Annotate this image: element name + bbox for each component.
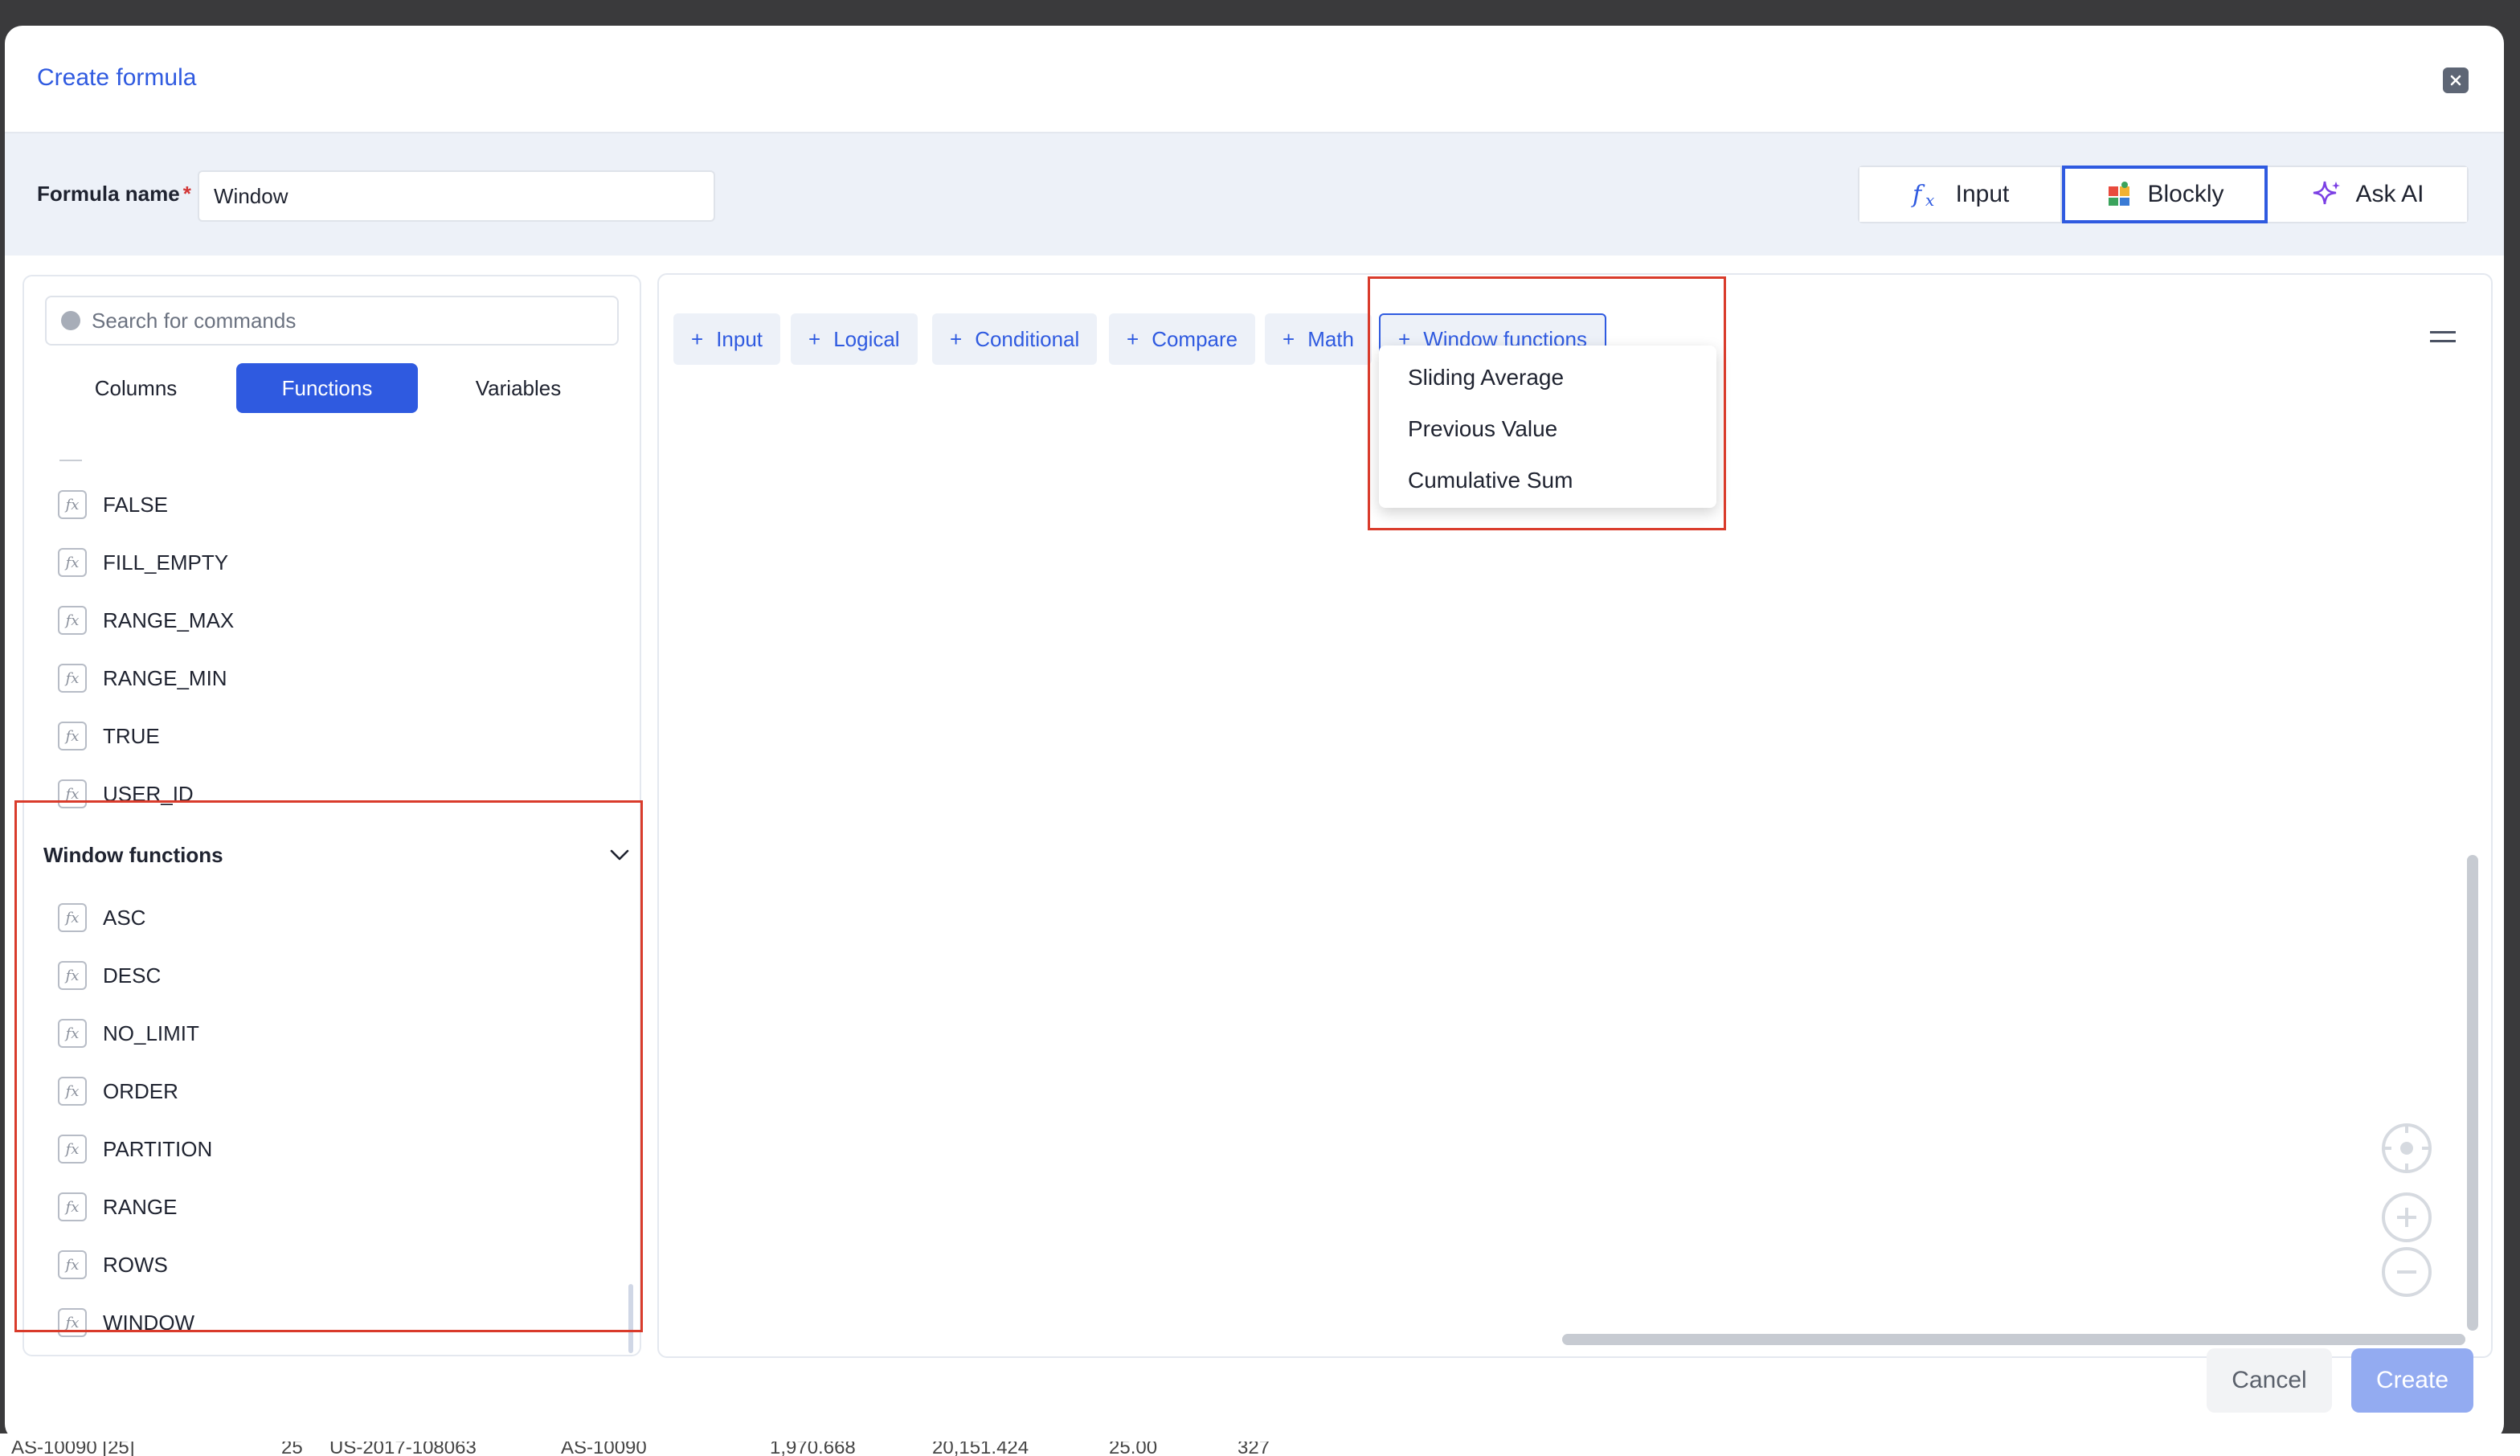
- close-icon: [2450, 75, 2461, 86]
- search-icon: [61, 311, 80, 330]
- function-icon: fx: [58, 548, 87, 577]
- workspace-horizontal-scrollbar[interactable]: [1562, 1334, 2465, 1345]
- function-icon: fx: [58, 490, 87, 519]
- function-item[interactable]: fx RANGE_MIN: [58, 662, 227, 694]
- plus-icon: +: [691, 326, 704, 351]
- category-label: Compare: [1152, 326, 1238, 351]
- tab-functions[interactable]: Functions: [236, 363, 418, 413]
- formula-name-label-text: Formula name: [37, 182, 180, 206]
- command-tabs: Columns Functions Variables: [45, 363, 619, 413]
- function-label: FILL_EMPTY: [103, 550, 229, 575]
- crosshair-icon: [2385, 1127, 2428, 1170]
- tab-columns[interactable]: Columns: [45, 363, 227, 413]
- zoom-in-button[interactable]: [2382, 1192, 2432, 1242]
- category-math-button[interactable]: + Math: [1265, 313, 1372, 365]
- required-mark: *: [182, 182, 191, 206]
- mode-blockly-button[interactable]: Blockly: [2062, 166, 2268, 223]
- modal-title: Create formula: [37, 64, 197, 91]
- function-label: FALSE: [103, 492, 168, 517]
- cancel-button[interactable]: Cancel: [2207, 1348, 2332, 1413]
- category-compare-button[interactable]: + Compare: [1109, 313, 1256, 365]
- mode-input-button[interactable]: f x Input: [1859, 167, 2062, 222]
- create-button[interactable]: Create: [2351, 1348, 2473, 1413]
- plus-circle-icon: [2397, 1208, 2416, 1227]
- mode-input-label: Input: [1955, 181, 2010, 207]
- zoom-out-button[interactable]: [2382, 1247, 2432, 1297]
- highlight-window-functions-list: [14, 800, 643, 1332]
- plus-icon: +: [808, 326, 821, 351]
- recenter-button[interactable]: [2382, 1123, 2432, 1173]
- plus-icon: +: [950, 326, 963, 351]
- formula-name-input[interactable]: [198, 170, 715, 222]
- create-formula-modal: Create formula Formula name* f x Input: [5, 26, 2504, 1442]
- mode-ask-ai-button[interactable]: Ask AI: [2268, 167, 2467, 222]
- clipped-item-divider: [59, 460, 82, 461]
- menu-icon[interactable]: [2430, 331, 2456, 342]
- function-label: RANGE_MAX: [103, 607, 235, 632]
- function-icon: fx: [58, 722, 87, 750]
- modal-header: Create formula: [5, 26, 2504, 133]
- puzzle-icon: [2109, 182, 2130, 206]
- function-item[interactable]: fx FILL_EMPTY: [58, 546, 228, 579]
- function-item[interactable]: fx FALSE: [58, 489, 168, 521]
- workspace-vertical-scrollbar[interactable]: [2467, 855, 2478, 1331]
- function-label: RANGE_MIN: [103, 665, 227, 690]
- highlight-window-functions-menu: [1368, 276, 1726, 530]
- tab-variables[interactable]: Variables: [428, 363, 609, 413]
- mode-blockly-label: Blockly: [2147, 181, 2224, 207]
- function-icon: fx: [58, 606, 87, 635]
- formula-name-label: Formula name *: [37, 182, 191, 207]
- svg-text:f: f: [1911, 181, 1925, 209]
- fx-icon: f x: [1911, 181, 1934, 209]
- svg-text:x: x: [1925, 190, 1934, 209]
- category-label: Conditional: [975, 326, 1080, 351]
- command-search-placeholder: Search for commands: [92, 308, 297, 333]
- function-item[interactable]: fx RANGE_MAX: [58, 604, 234, 636]
- function-item[interactable]: fx TRUE: [58, 720, 160, 752]
- category-label: Logical: [833, 326, 900, 351]
- sparkle-icon: [2313, 181, 2341, 205]
- formula-name-bar: Formula name* f x Input Blockly: [5, 133, 2504, 256]
- plus-icon: +: [1282, 326, 1295, 351]
- editor-mode-switch: f x Input Blockly Ask AI: [1858, 166, 2469, 223]
- function-label: TRUE: [103, 723, 160, 748]
- plus-icon: +: [1127, 326, 1139, 351]
- minus-circle-icon: [2397, 1270, 2416, 1274]
- category-label: Input: [716, 326, 763, 351]
- mode-ask-ai-label: Ask AI: [2355, 181, 2424, 207]
- close-button[interactable]: [2443, 67, 2469, 93]
- function-icon: fx: [58, 664, 87, 693]
- category-logical-button[interactable]: + Logical: [791, 313, 918, 365]
- category-conditional-button[interactable]: + Conditional: [932, 313, 1098, 365]
- command-search[interactable]: Search for commands: [45, 296, 619, 346]
- category-label: Math: [1307, 326, 1354, 351]
- category-input-button[interactable]: + Input: [673, 313, 781, 365]
